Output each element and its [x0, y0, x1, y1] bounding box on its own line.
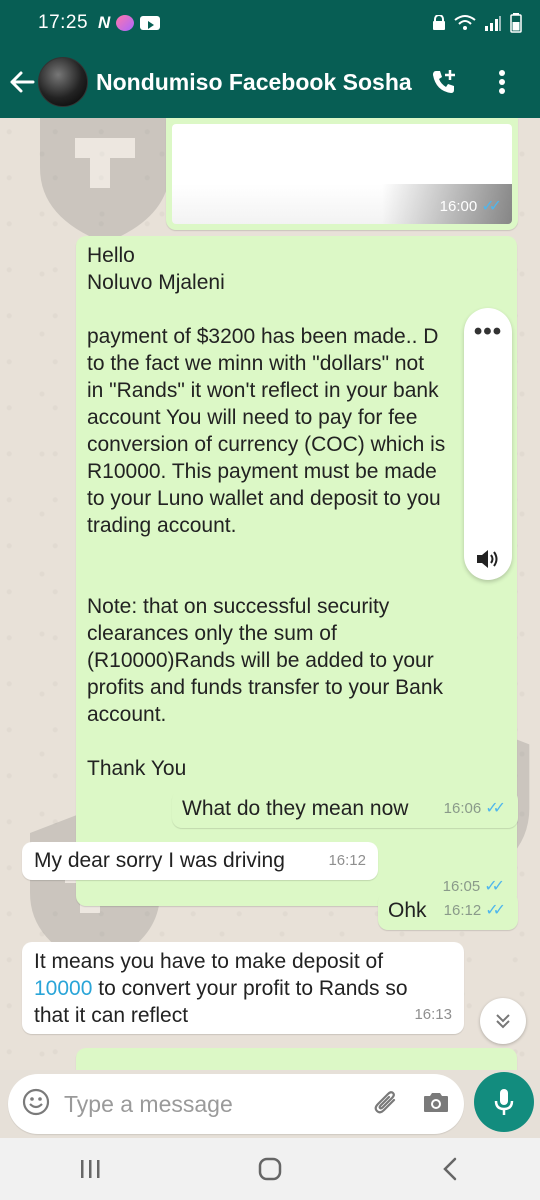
voice-record-button[interactable] — [474, 1072, 534, 1132]
message-text: My dear sorry I was driving — [34, 849, 285, 872]
image-message[interactable]: 16:00 ✓✓ — [166, 118, 518, 230]
wifi-call-icon — [454, 15, 476, 30]
message-line: that it can reflect — [34, 1004, 189, 1027]
emoji-button[interactable] — [22, 1088, 50, 1121]
system-nav-bar — [0, 1138, 540, 1200]
emoji-icon — [22, 1088, 50, 1115]
message-input-container[interactable] — [8, 1074, 464, 1134]
add-call-button[interactable] — [422, 60, 466, 104]
avatar[interactable] — [38, 57, 88, 107]
message-line — [87, 296, 507, 323]
message-text: Ohk — [388, 899, 427, 922]
message-line: Thank You — [87, 757, 187, 780]
message-text: What do they mean now — [182, 797, 409, 820]
paperclip-icon — [374, 1090, 396, 1113]
recents-icon — [81, 1160, 100, 1178]
camera-icon — [424, 1092, 448, 1112]
message-meta: 16:00 ✓✓ — [440, 193, 502, 220]
speaker-icon — [477, 550, 498, 568]
message-line: account You will need to pay for fee — [87, 406, 418, 429]
signal-icon — [485, 16, 501, 31]
message-time: 16:00 — [439, 198, 478, 215]
recents-button[interactable] — [60, 1144, 120, 1194]
lock-icon — [433, 15, 445, 30]
microphone-icon — [494, 1089, 514, 1115]
chat-area[interactable]: 16:00 ✓✓ Hello Noluvo Mjaleni payment of… — [0, 118, 540, 1070]
back-nav-button[interactable] — [420, 1144, 480, 1194]
message-line-rest: to convert your profit to Rands so — [92, 977, 408, 1000]
message-line: trading account. — [87, 514, 237, 537]
message-bubble[interactable]: My dear sorry I was driving 16:12 — [22, 842, 378, 880]
battery-icon — [510, 13, 522, 33]
message-time: 16:06 — [443, 800, 482, 817]
back-arrow-icon — [10, 71, 35, 93]
message-bubble[interactable]: What do they mean now 16:06 ✓✓ — [172, 790, 518, 828]
message-line: in "Rands" it won't reflect in your bank — [87, 379, 439, 402]
n-icon: N — [98, 13, 111, 32]
status-bar: 17:25 N — [0, 0, 540, 46]
add-call-icon — [433, 70, 455, 93]
message-line: R10000. This payment must be made — [87, 460, 437, 483]
message-line: to the fact we minn with "dollars" not — [87, 352, 425, 375]
youtube-icon — [140, 16, 161, 30]
scroll-to-bottom-button[interactable] — [480, 998, 526, 1044]
message-line — [87, 566, 507, 593]
message-line: (R10000)Rands will be added to your — [87, 649, 434, 672]
shield-watermark-icon — [40, 118, 170, 243]
system-icons — [432, 13, 522, 33]
message-input[interactable] — [64, 1090, 372, 1118]
more-options-button[interactable] — [480, 60, 524, 104]
message-bubble[interactable]: Ohk 16:12 ✓✓ — [378, 892, 518, 930]
camera-button[interactable] — [422, 1090, 450, 1119]
message-bubble[interactable]: It means you have to make deposit of 100… — [22, 942, 464, 1034]
message-line: Noluvo Mjaleni — [87, 271, 225, 294]
floating-panel[interactable]: ••• — [464, 308, 512, 580]
message-line — [87, 539, 507, 566]
input-bar — [0, 1070, 540, 1138]
back-icon — [443, 1157, 457, 1181]
double-chevron-down-icon — [496, 1014, 510, 1029]
message-line: profits and funds transfer to your Bank — [87, 676, 444, 699]
home-button[interactable] — [240, 1144, 300, 1194]
more-vert-icon — [499, 70, 505, 94]
notification-icons: N — [98, 13, 161, 33]
speaker-button[interactable] — [464, 548, 512, 570]
message-line: It means you have to make deposit of — [34, 950, 384, 973]
read-ticks-icon: ✓✓ — [485, 800, 506, 817]
message-line — [87, 728, 507, 755]
message-time: 16:13 — [414, 1006, 452, 1023]
message-meta: 16:12 ✓✓ — [444, 897, 506, 924]
message-line: clearances only the sum of — [87, 622, 337, 645]
message-meta: 16:13 — [414, 1001, 452, 1028]
message-line: Note: that on successful security — [87, 595, 390, 618]
messenger-icon — [116, 15, 135, 31]
message-link[interactable]: 10000 — [34, 977, 92, 1000]
message-line: 10000 to convert your profit to Rands so — [34, 975, 452, 1002]
message-line: account. — [87, 703, 167, 726]
message-line: payment of $3200 has been made.. D — [87, 325, 439, 348]
message-line: conversion of currency (COC) which is — [87, 433, 446, 456]
chat-header: Nondumiso Facebook Sosha — [0, 46, 540, 118]
message-bubble-partial[interactable] — [76, 1048, 517, 1070]
message-time: 16:12 — [328, 852, 366, 869]
attach-button[interactable] — [372, 1088, 400, 1121]
status-time: 17:25 — [38, 12, 89, 33]
more-horiz-icon[interactable]: ••• — [464, 318, 512, 346]
home-icon — [258, 1157, 282, 1181]
read-ticks-icon: ✓✓ — [485, 902, 506, 919]
read-ticks-icon: ✓✓ — [481, 198, 502, 215]
message-time: 16:12 — [443, 902, 482, 919]
message-meta: 16:12 — [328, 847, 366, 874]
contact-name[interactable]: Nondumiso Facebook Sosha — [96, 69, 412, 96]
message-meta: 16:06 ✓✓ — [444, 795, 506, 822]
message-line: to your Luno wallet and deposit to you — [87, 487, 441, 510]
message-line: Hello — [87, 244, 135, 267]
